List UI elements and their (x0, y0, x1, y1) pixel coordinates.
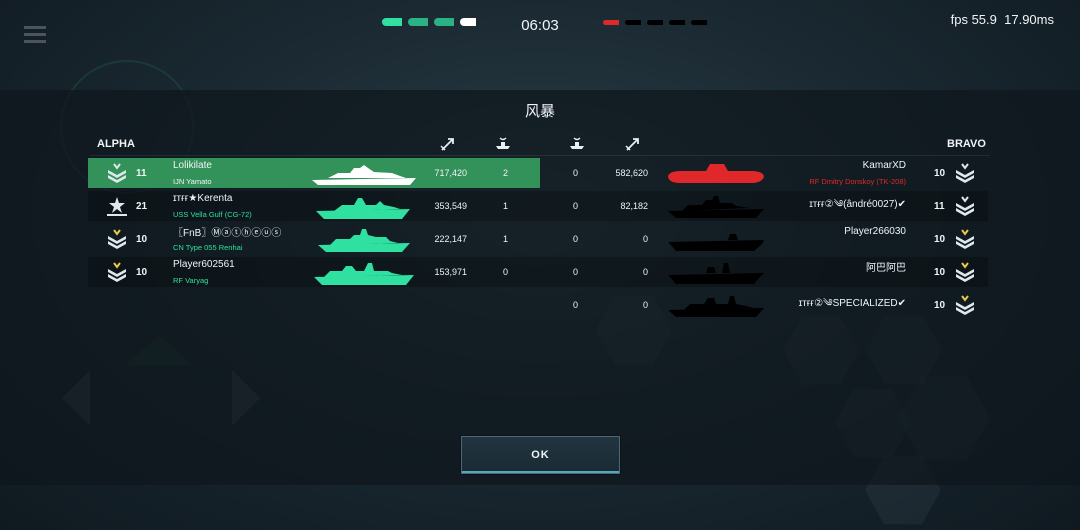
enemy-ship-indicator (691, 20, 707, 25)
frame-time-value: 17.90ms (1004, 12, 1054, 27)
chevron-rank-icon (956, 262, 974, 282)
damage-dealt: 0 (642, 267, 648, 277)
chevron-rank-icon (956, 163, 974, 183)
ally-fleet-status (382, 18, 476, 26)
player-level: 11 (934, 201, 945, 212)
kills: 0 (572, 267, 578, 277)
player-name: Player266030 (844, 226, 906, 237)
bravo-player-row: 0 0 Player266030 10 (88, 224, 988, 254)
chevron-rank-icon (956, 196, 974, 216)
player-name: 阿巴阿巴 (866, 263, 906, 274)
ally-ship-indicator (382, 18, 402, 26)
map-title: 风暴 (524, 103, 555, 120)
enemy-ship-indicator (603, 20, 619, 25)
damage-arrow-icon (440, 138, 454, 151)
damage-dealt: 0 (642, 234, 648, 244)
team-bravo-label: BRAVO (947, 138, 986, 150)
destroyed-carrier-silhouette (668, 263, 764, 284)
ok-button[interactable]: OK (461, 436, 620, 474)
ally-ship-indicator (434, 18, 454, 26)
damage-dealt: 82,182 (620, 201, 648, 211)
ally-ship-indicator (460, 18, 476, 26)
kills: 0 (572, 168, 578, 178)
bravo-player-row: 0 0 ɪᴛғғ②༄SPECIALIZED✔ 10 (88, 290, 988, 320)
damage-dealt: 582,620 (615, 168, 648, 178)
enemy-ship-indicator (647, 20, 663, 25)
chevron-rank-icon (956, 295, 974, 315)
player-name: ɪᴛғғ②༄SPECIALIZED✔ (798, 298, 906, 309)
bravo-player-row: 0 0 阿巴阿巴 10 (88, 257, 988, 287)
match-timer: 06:03 (521, 17, 559, 34)
damage-arrow-icon (625, 138, 639, 151)
team-alpha-label: ALPHA (97, 138, 135, 150)
enemy-ship-indicator (669, 20, 685, 25)
player-level: 10 (934, 300, 946, 311)
submarine-silhouette (668, 164, 764, 183)
top-hud: 06:03 fps 55.9 17.90ms (0, 0, 1080, 50)
chevron-rank-icon (956, 229, 974, 249)
ship-name: RF Dmitry Donskoy (TK-208) (809, 177, 906, 186)
battle-result-panel (0, 90, 1080, 485)
fps-counter: fps 55.9 17.90ms (951, 12, 1054, 27)
kills: 0 (572, 201, 578, 211)
enemy-ship-indicator (625, 20, 641, 25)
destroyed-carrier-silhouette (668, 234, 764, 251)
damage-dealt: 0 (642, 300, 648, 310)
header-divider (90, 155, 990, 156)
menu-icon (24, 26, 46, 47)
player-level: 10 (934, 168, 946, 179)
player-level: 10 (934, 234, 946, 245)
fps-value: fps 55.9 (950, 12, 997, 27)
player-name: ɪᴛғғ②༄(ândré0027)✔ (809, 199, 906, 210)
enemy-fleet-status (603, 18, 707, 25)
ally-ship-indicator (408, 18, 428, 26)
player-level: 10 (934, 267, 946, 278)
sinking-ship-icon (496, 137, 510, 149)
bravo-player-row: 0 582,620 KamarXD RF Dmitry Donskoy (TK-… (88, 158, 988, 188)
sinking-ship-icon (570, 137, 584, 149)
kills: 0 (572, 234, 578, 244)
player-name: KamarXD (862, 160, 906, 171)
kills: 0 (572, 300, 578, 310)
bravo-player-row: 0 82,182 ɪᴛғғ②༄(ândré0027)✔ 11 (88, 191, 988, 221)
